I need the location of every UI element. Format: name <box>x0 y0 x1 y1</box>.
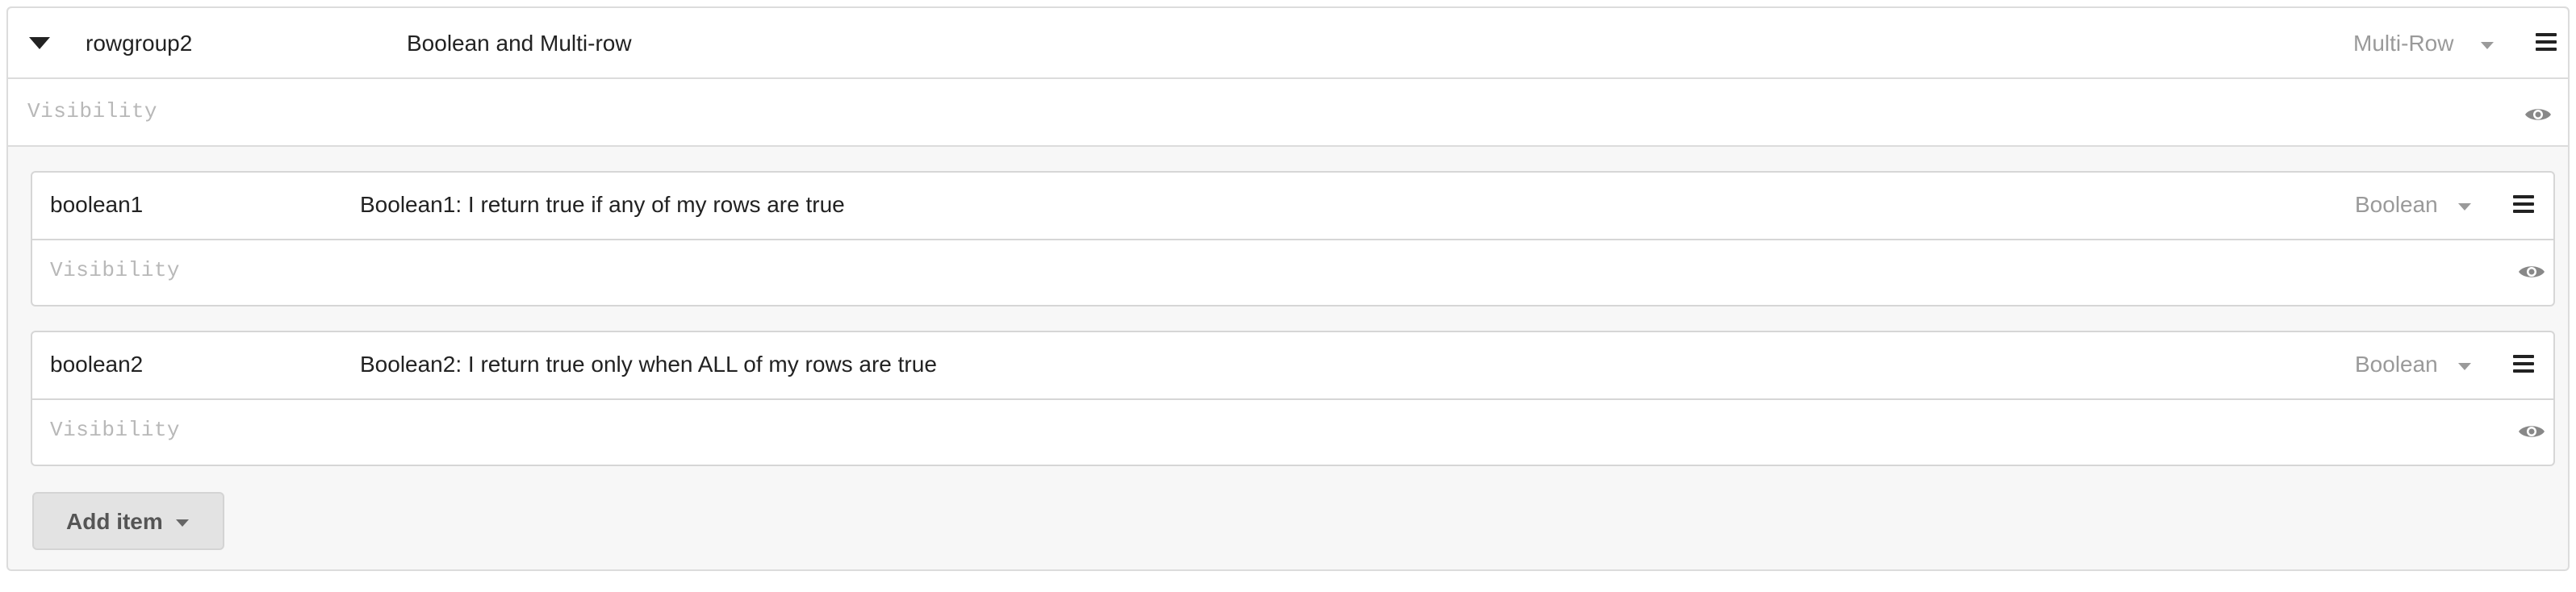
item-visibility-row: Visibility <box>32 398 2553 465</box>
item-name[interactable]: boolean2 <box>50 352 143 377</box>
rowgroup-label[interactable]: Boolean and Multi-row <box>407 31 632 56</box>
visibility-input[interactable]: Visibility <box>50 418 180 442</box>
visibility-input[interactable]: Visibility <box>50 258 180 282</box>
rowgroup-header: rowgroup2 Boolean and Multi-row Multi-Ro… <box>8 8 2568 79</box>
rowgroup-type-select[interactable]: Multi-Row <box>2353 31 2453 56</box>
visibility-input[interactable]: Visibility <box>27 99 157 123</box>
item-name[interactable]: boolean1 <box>50 192 143 218</box>
list-item: boolean2 Boolean2: I return true only wh… <box>31 331 2555 466</box>
rowgroup-panel: rowgroup2 Boolean and Multi-row Multi-Ro… <box>6 6 2570 571</box>
hamburger-menu-icon[interactable] <box>2536 33 2557 51</box>
item-type-select[interactable]: Boolean <box>2355 192 2438 218</box>
add-item-label: Add item <box>66 509 163 534</box>
item-visibility-row: Visibility <box>32 239 2553 305</box>
eye-icon[interactable] <box>2524 106 2552 123</box>
item-header: boolean2 Boolean2: I return true only wh… <box>32 332 2553 400</box>
chevron-down-icon <box>176 519 189 527</box>
list-item: boolean1 Boolean1: I return true if any … <box>31 171 2555 306</box>
hamburger-menu-icon[interactable] <box>2513 355 2534 373</box>
eye-icon[interactable] <box>2518 263 2545 281</box>
collapse-caret-icon[interactable] <box>29 37 50 49</box>
add-item-button[interactable]: Add item <box>32 492 224 550</box>
chevron-down-icon[interactable] <box>2481 42 2494 49</box>
chevron-down-icon[interactable] <box>2458 203 2471 211</box>
rowgroup-visibility-row: Visibility <box>8 79 2568 147</box>
rowgroup-name[interactable]: rowgroup2 <box>86 31 192 56</box>
item-type-select[interactable]: Boolean <box>2355 352 2438 377</box>
eye-icon[interactable] <box>2518 423 2545 440</box>
item-label[interactable]: Boolean2: I return true only when ALL of… <box>360 352 937 377</box>
item-label[interactable]: Boolean1: I return true if any of my row… <box>360 192 845 218</box>
hamburger-menu-icon[interactable] <box>2513 195 2534 213</box>
chevron-down-icon[interactable] <box>2458 363 2471 370</box>
item-header: boolean1 Boolean1: I return true if any … <box>32 173 2553 240</box>
